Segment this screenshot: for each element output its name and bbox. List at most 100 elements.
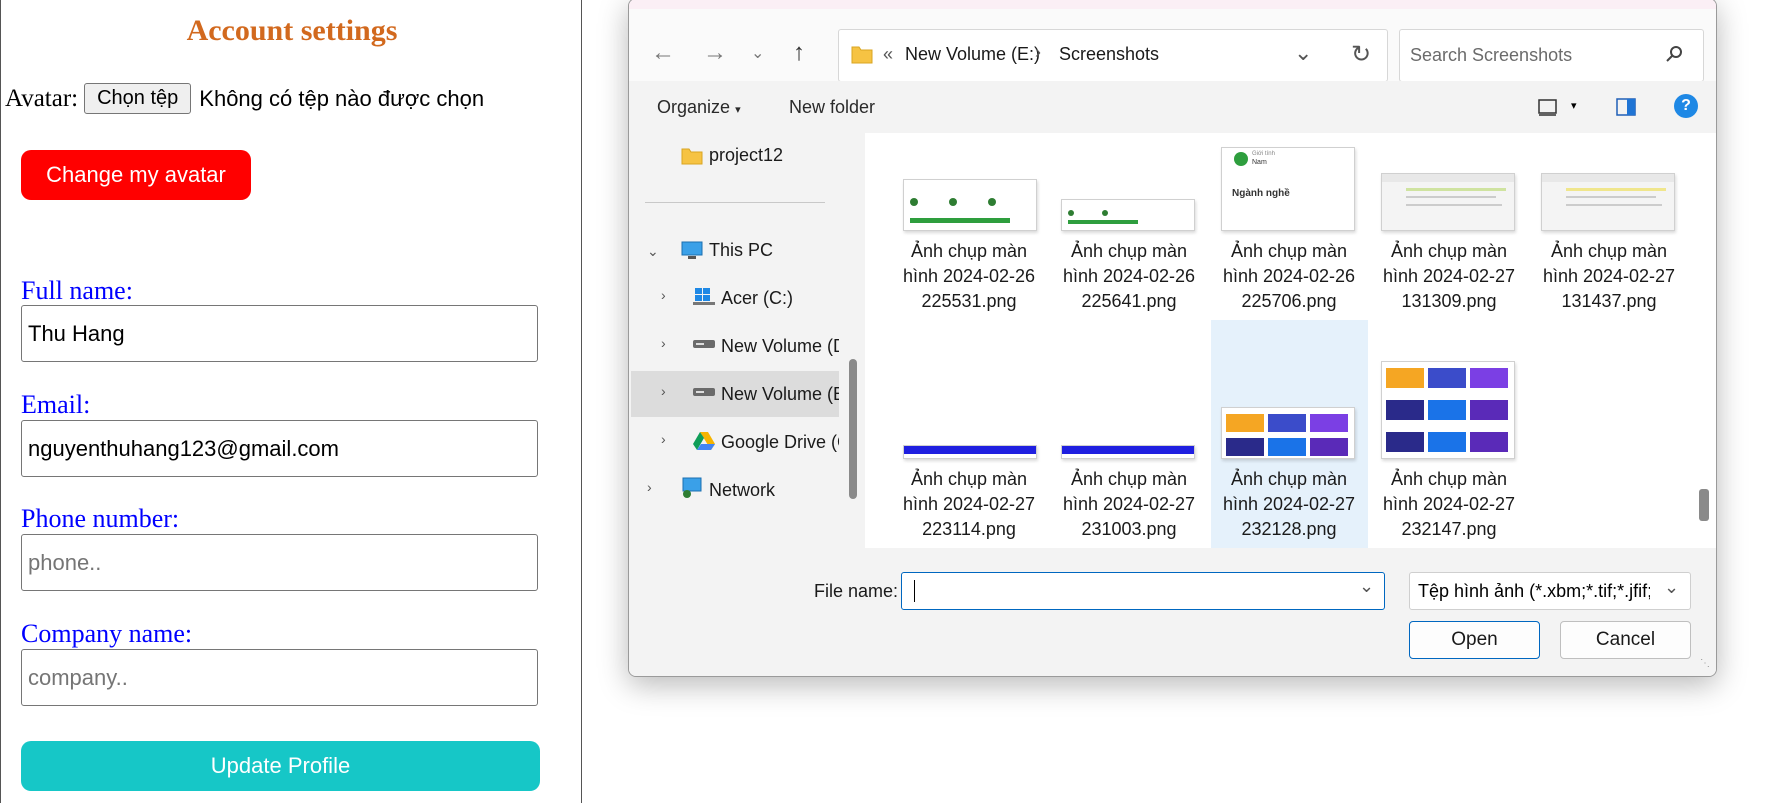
thumb-text: Nam [1252,159,1267,166]
file-thumbnail [1221,407,1355,459]
phone-field[interactable]: phone.. [21,534,538,591]
fullname-field[interactable]: Thu Hang [21,305,538,362]
file-name-line: Ảnh chụp màn [1230,469,1348,489]
file-name-line: Ảnh chụp màn [1550,241,1668,261]
company-label: Company name: [21,619,193,648]
fullname-label: Full name: [21,276,133,305]
collapse-chevron-icon[interactable]: › [661,383,666,399]
refresh-icon[interactable]: ↻ [1351,40,1371,69]
file-name-line: hình 2024-02-26 [902,266,1036,286]
file-name-line: Ảnh chụp màn [910,241,1028,261]
nav-divider [645,202,825,203]
file-name-line: 232147.png [1401,519,1497,539]
file-list-scrollbar-thumb[interactable] [1699,489,1709,521]
open-file-dialog: ← → ⌄ ↑ « New Volume (E:) › Screenshots … [628,0,1717,677]
text-cursor [914,580,915,602]
search-icon [1666,46,1682,62]
file-name-line: Ảnh chụp màn [1390,469,1508,489]
file-name-line: 131309.png [1401,291,1497,311]
no-file-text: Không có tệp nào được chọn [199,85,485,111]
file-thumbnail [903,179,1037,231]
nav-item-drive-c[interactable]: Acer (C:) [721,288,839,309]
search-box[interactable]: Search Screenshots [1399,29,1704,82]
open-button[interactable]: Open [1409,621,1540,659]
forward-arrow-icon[interactable]: → [703,39,727,67]
file-name-line: 131437.png [1561,291,1657,311]
preview-pane-icon[interactable] [1616,98,1636,116]
file-item[interactable]: Ảnh chụp màn hình 2024-02-26 225531.png [889,239,1049,314]
up-arrow-icon[interactable]: ↑ [793,39,805,67]
file-type-select[interactable]: Tệp hình ảnh (*.xbm;*.tif;*.jfif;*.ico ⌄ [1409,572,1691,610]
nav-item-drive-e[interactable]: New Volume (E:) [721,384,839,405]
file-item-selected[interactable]: Ảnh chụp màn hình 2024-02-27 232128.png [1209,467,1369,542]
file-item[interactable]: Ảnh chụp màn hình 2024-02-26 225706.png [1209,239,1369,314]
cancel-button[interactable]: Cancel [1560,621,1691,659]
avatar-row: Avatar: Chọn tệp Không có tệp nào được c… [5,83,484,114]
file-item[interactable]: Ảnh chụp màn hình 2024-02-27 231003.png [1049,467,1209,542]
back-arrow-icon[interactable]: ← [651,39,675,67]
address-bar[interactable]: « New Volume (E:) › Screenshots ⌄ ↻ [838,29,1388,82]
nav-item-this-pc[interactable]: This PC [709,240,773,261]
file-name-line: hình 2024-02-27 [1382,494,1516,514]
file-name-line: hình 2024-02-26 [1222,266,1356,286]
update-profile-button[interactable]: Update Profile [21,741,540,791]
organize-menu[interactable]: Organize ▾ [657,97,741,118]
file-name-line: Ảnh chụp màn [1070,469,1188,489]
breadcrumb-overflow[interactable]: « [883,44,893,65]
google-drive-icon [693,432,715,450]
collapse-chevron-icon[interactable]: › [647,479,652,495]
file-item[interactable]: Ảnh chụp màn hình 2024-02-27 131309.png [1369,239,1529,314]
collapse-chevron-icon[interactable]: › [661,287,666,303]
view-options-icon[interactable] [1538,99,1558,117]
email-field[interactable]: nguyenthuhang123@gmail.com [21,420,538,477]
file-list-scrollbar[interactable] [1691,133,1716,548]
file-item[interactable]: Ảnh chụp màn hình 2024-02-27 223114.png [889,467,1049,542]
file-name-line: hình 2024-02-27 [1062,494,1196,514]
file-list: Giới tính Nam Ngành nghề Ảnh chụp màn hìn… [865,133,1691,548]
nav-scrollbar[interactable] [843,133,865,548]
file-name-line: hình 2024-02-26 [1062,266,1196,286]
nav-item-drive-g[interactable]: Google Drive (G:) [721,432,839,453]
file-item[interactable]: Ảnh chụp màn hình 2024-02-27 232147.png [1369,467,1529,542]
windows-drive-icon [693,288,715,305]
filename-dropdown-icon[interactable]: ⌄ [1359,576,1374,597]
view-dropdown-icon[interactable]: ▾ [1571,99,1577,112]
account-settings-page: Account settings Avatar: Chọn tệp Không … [0,0,582,803]
file-type-value: Tệp hình ảnh (*.xbm;*.tif;*.jfif;*.ico [1418,581,1650,601]
file-item[interactable]: Ảnh chụp màn hình 2024-02-26 225641.png [1049,239,1209,314]
dialog-footer: File name: ⌄ Tệp hình ảnh (*.xbm;*.tif;*… [629,548,1716,676]
file-name-line: Ảnh chụp màn [1390,241,1508,261]
file-thumbnail: Giới tính Nam Ngành nghề [1221,147,1355,231]
breadcrumb-separator-icon: › [1035,42,1041,62]
filename-input[interactable] [901,572,1385,610]
thumb-text: Ngành nghề [1232,188,1290,199]
nav-item-project12[interactable]: project12 [709,145,783,166]
folder-icon [851,46,873,64]
file-item[interactable]: Ảnh chụp màn hình 2024-02-27 131437.png [1529,239,1689,314]
nav-item-network[interactable]: Network [709,480,775,501]
file-name-line: 232128.png [1241,519,1337,539]
file-name-line: 225706.png [1241,291,1337,311]
company-field[interactable]: company.. [21,649,538,706]
nav-scrollbar-thumb[interactable] [849,359,857,499]
file-name-line: Ảnh chụp màn [1070,241,1188,261]
collapse-chevron-icon[interactable]: › [661,431,666,447]
address-dropdown-icon[interactable]: ⌄ [1294,40,1312,66]
change-avatar-button[interactable]: Change my avatar [21,150,251,200]
new-folder-button[interactable]: New folder [789,97,875,118]
resize-grip-icon[interactable]: ⋱ [1700,658,1710,669]
choose-file-button[interactable]: Chọn tệp [84,83,192,114]
file-name-line: hình 2024-02-27 [1382,266,1516,286]
computer-icon [681,241,703,259]
nav-item-drive-d[interactable]: New Volume (D:) [721,336,839,357]
folder-icon [681,148,703,165]
file-name-line: Ảnh chụp màn [1230,241,1348,261]
expand-chevron-icon[interactable]: ⌄ [647,243,659,260]
search-input[interactable]: Search Screenshots [1410,45,1572,66]
dialog-titlebar [629,0,1716,9]
recent-locations-chevron-icon[interactable]: ⌄ [751,43,764,63]
help-icon[interactable]: ? [1674,94,1698,118]
breadcrumb-item-drive[interactable]: New Volume (E:) [905,44,1040,65]
breadcrumb-item-folder[interactable]: Screenshots [1059,44,1159,65]
collapse-chevron-icon[interactable]: › [661,335,666,351]
